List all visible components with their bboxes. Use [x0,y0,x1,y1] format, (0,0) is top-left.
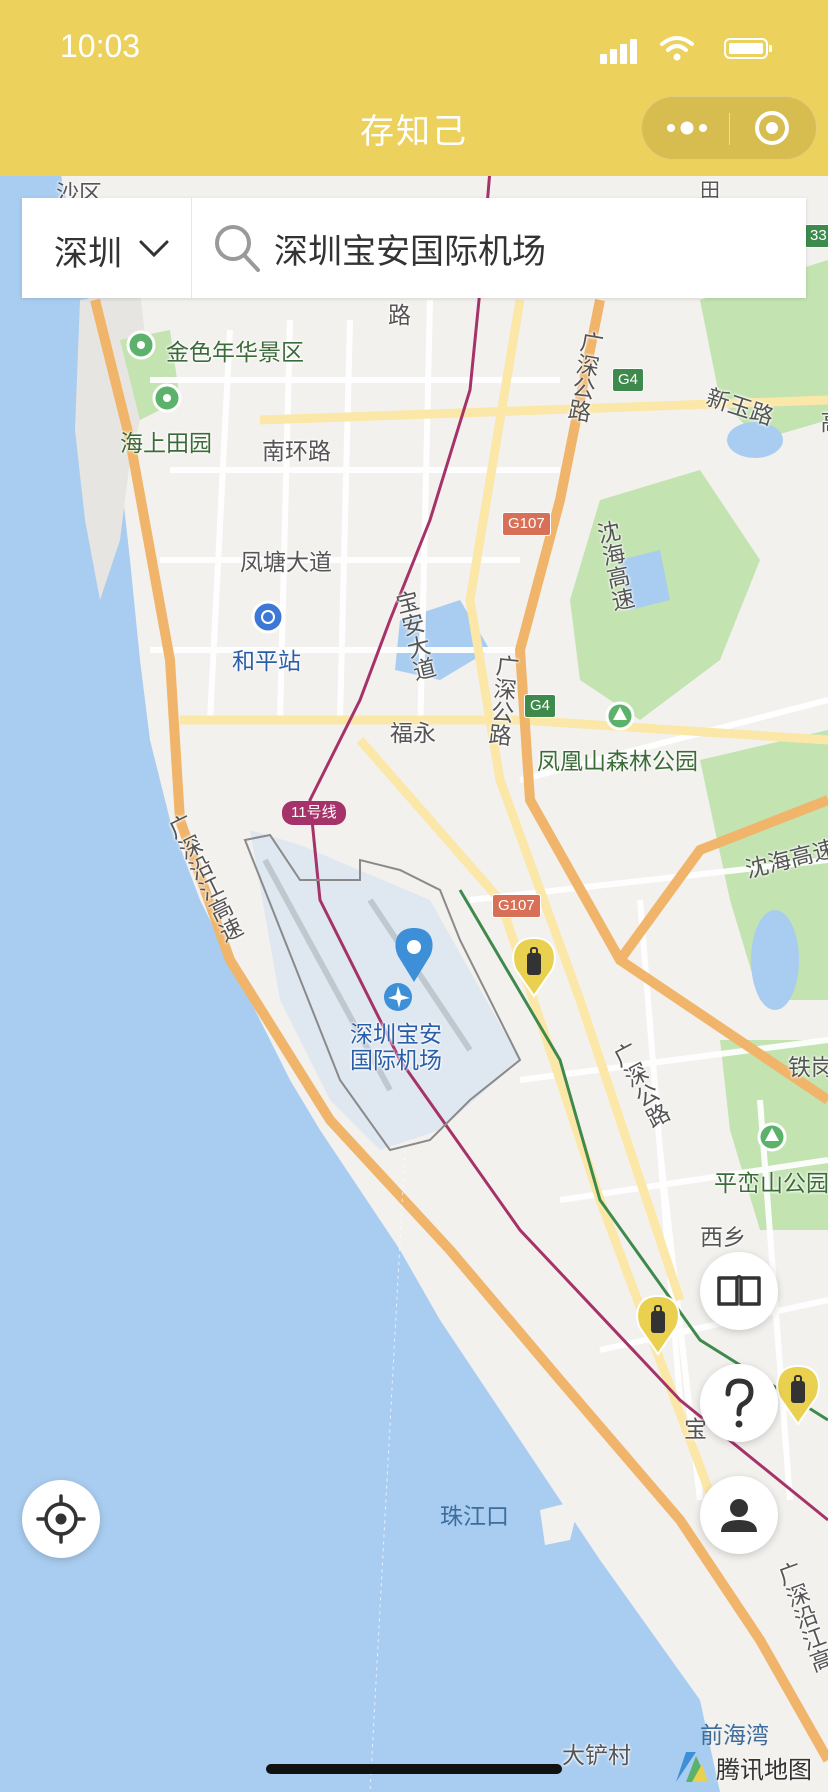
status-time: 10:03 [60,28,141,64]
help-button[interactable] [700,1364,778,1442]
map-label-nanhuan: 南环路 [262,439,331,465]
map-provider-logo: 腾讯地图 [672,1746,812,1790]
shield-g4-a: G4 [612,368,645,392]
locate-button[interactable] [22,1480,100,1558]
map-label-qianhai: 前海湾 [700,1723,769,1749]
search-icon [215,225,260,272]
book-icon [717,1275,761,1306]
search-bar: 深圳 [22,198,806,298]
park-tree-icon [757,1122,787,1152]
map-label-zhujiangkou: 珠江口 [440,1504,509,1530]
user-profile-button[interactable] [700,1476,778,1554]
map-label-jinse: 金色年华景区 [166,340,304,366]
shield-g4-b: G4 [524,694,557,718]
shield-33: 33 [804,224,828,248]
map-label-heping: 和平站 [232,649,301,675]
city-label: 深圳 [54,234,122,274]
more-dots-icon [667,121,707,135]
title-bar: 10:03 存知己 [0,0,828,176]
map-label-gao: 高 [816,410,828,433]
city-selector[interactable]: 深圳 [22,198,192,298]
map-label-fenghuang: 凤凰山森林公园 [537,749,698,775]
map-label-xixiang: 西乡 [700,1225,746,1251]
map-label-fengtang: 凤塘大道 [240,550,332,576]
battery-icon [724,38,772,59]
close-miniprogram-button[interactable] [730,97,816,159]
map-label-lu: 路 [388,303,411,329]
map-label-haishang: 海上田园 [120,431,212,457]
more-button[interactable] [642,97,729,159]
map-label-airport: 深圳宝安 国际机场 [350,1022,442,1074]
tencent-map-logo-icon [676,1752,708,1782]
home-indicator[interactable] [266,1764,562,1774]
park-tree-icon [605,701,635,731]
status-icons [588,34,772,64]
shield-g107-b: G107 [492,894,541,918]
chevron-down-icon [139,240,169,258]
locate-icon [36,1494,86,1544]
camera-scenic-icon [152,383,182,413]
shield-g107-a: G107 [502,512,551,536]
question-icon [725,1378,754,1428]
user-icon [721,1499,757,1532]
metro-station-icon [251,600,285,634]
metro-line-11-badge: 11号线 [282,801,346,825]
guide-book-button[interactable] [700,1252,778,1330]
search-input[interactable] [274,218,774,278]
map-label-dachan: 大铲村 [562,1743,631,1769]
airport-plane-icon [384,983,412,1011]
target-close-icon [755,111,789,145]
map-label-tiegang: 铁岗 [788,1055,828,1081]
wifi-icon [660,36,694,61]
menu-capsule [641,96,817,160]
map-label-pingluan: 平峦山公园 [714,1171,828,1197]
map-provider-name: 腾讯地图 [716,1756,812,1784]
map-label-fuyong: 福永 [390,721,436,747]
camera-scenic-icon [126,330,156,360]
